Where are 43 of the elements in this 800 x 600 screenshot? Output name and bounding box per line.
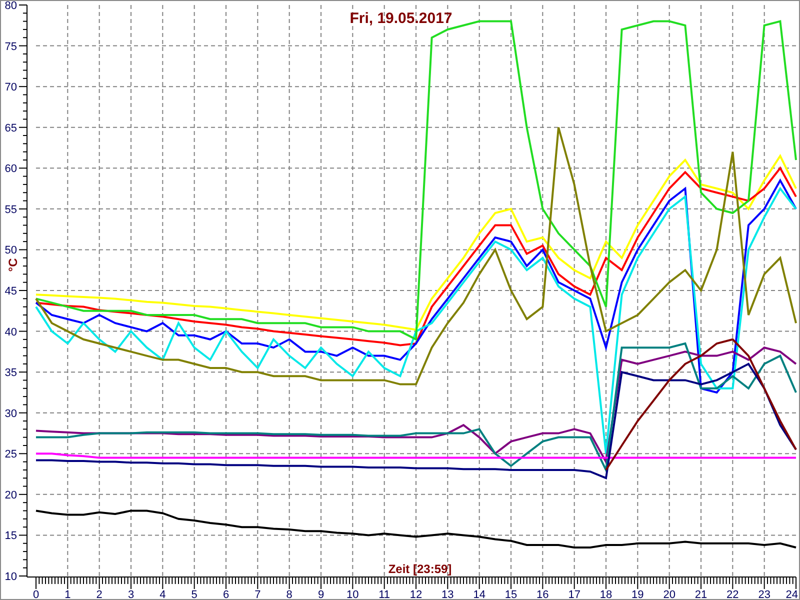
tick-label: 16 [536,589,549,599]
tick-label: 75 [4,40,17,53]
tick-label: 18 [600,589,612,599]
tick-label: 70 [4,82,17,94]
tick-label: 15 [4,530,17,542]
chart-title: Fri, 19.05.2017 [350,10,452,27]
tick-label: 13 [442,589,454,599]
tick-label: 60 [4,163,17,176]
tick-label: 25 [4,448,17,461]
tick-label: 19 [632,589,644,599]
tick-label: 21 [694,589,708,599]
tick-label: 55 [4,204,17,216]
tick-label: 50 [4,244,17,257]
tick-label: 30 [4,408,17,420]
tick-label: 10 [4,571,17,583]
tick-label: 23 [758,589,770,599]
x-axis-title: Zeit [23:59] [388,562,452,576]
tick-label: 80 [4,1,17,12]
tick-label: 1 [64,589,71,599]
tick-label: 22 [726,589,739,599]
tick-label: 4 [160,589,166,599]
tick-label: 10 [346,589,359,599]
tick-label: 40 [4,326,17,338]
tick-label: 14 [473,589,486,599]
tick-label: 2 [96,589,102,599]
tick-label: 11 [378,589,390,599]
tick-label: 65 [4,122,17,134]
tick-label: 17 [568,589,580,599]
tick-label: 35 [4,367,17,380]
tick-label: 12 [410,589,422,599]
tick-label: 5 [191,589,198,599]
tick-label: 9 [318,589,324,599]
tick-label: 20 [663,589,676,599]
tick-label: 8 [286,589,292,599]
tick-label: 3 [128,589,134,599]
tick-label: 15 [504,589,518,599]
tick-label: 20 [4,489,17,502]
tick-label: 45 [4,286,17,298]
tick-label: 7 [254,589,261,599]
tick-label: 6 [222,589,230,599]
y-axis-title: °C [6,258,20,272]
tick-label: 0 [32,589,40,599]
tick-label: 24 [786,589,798,599]
